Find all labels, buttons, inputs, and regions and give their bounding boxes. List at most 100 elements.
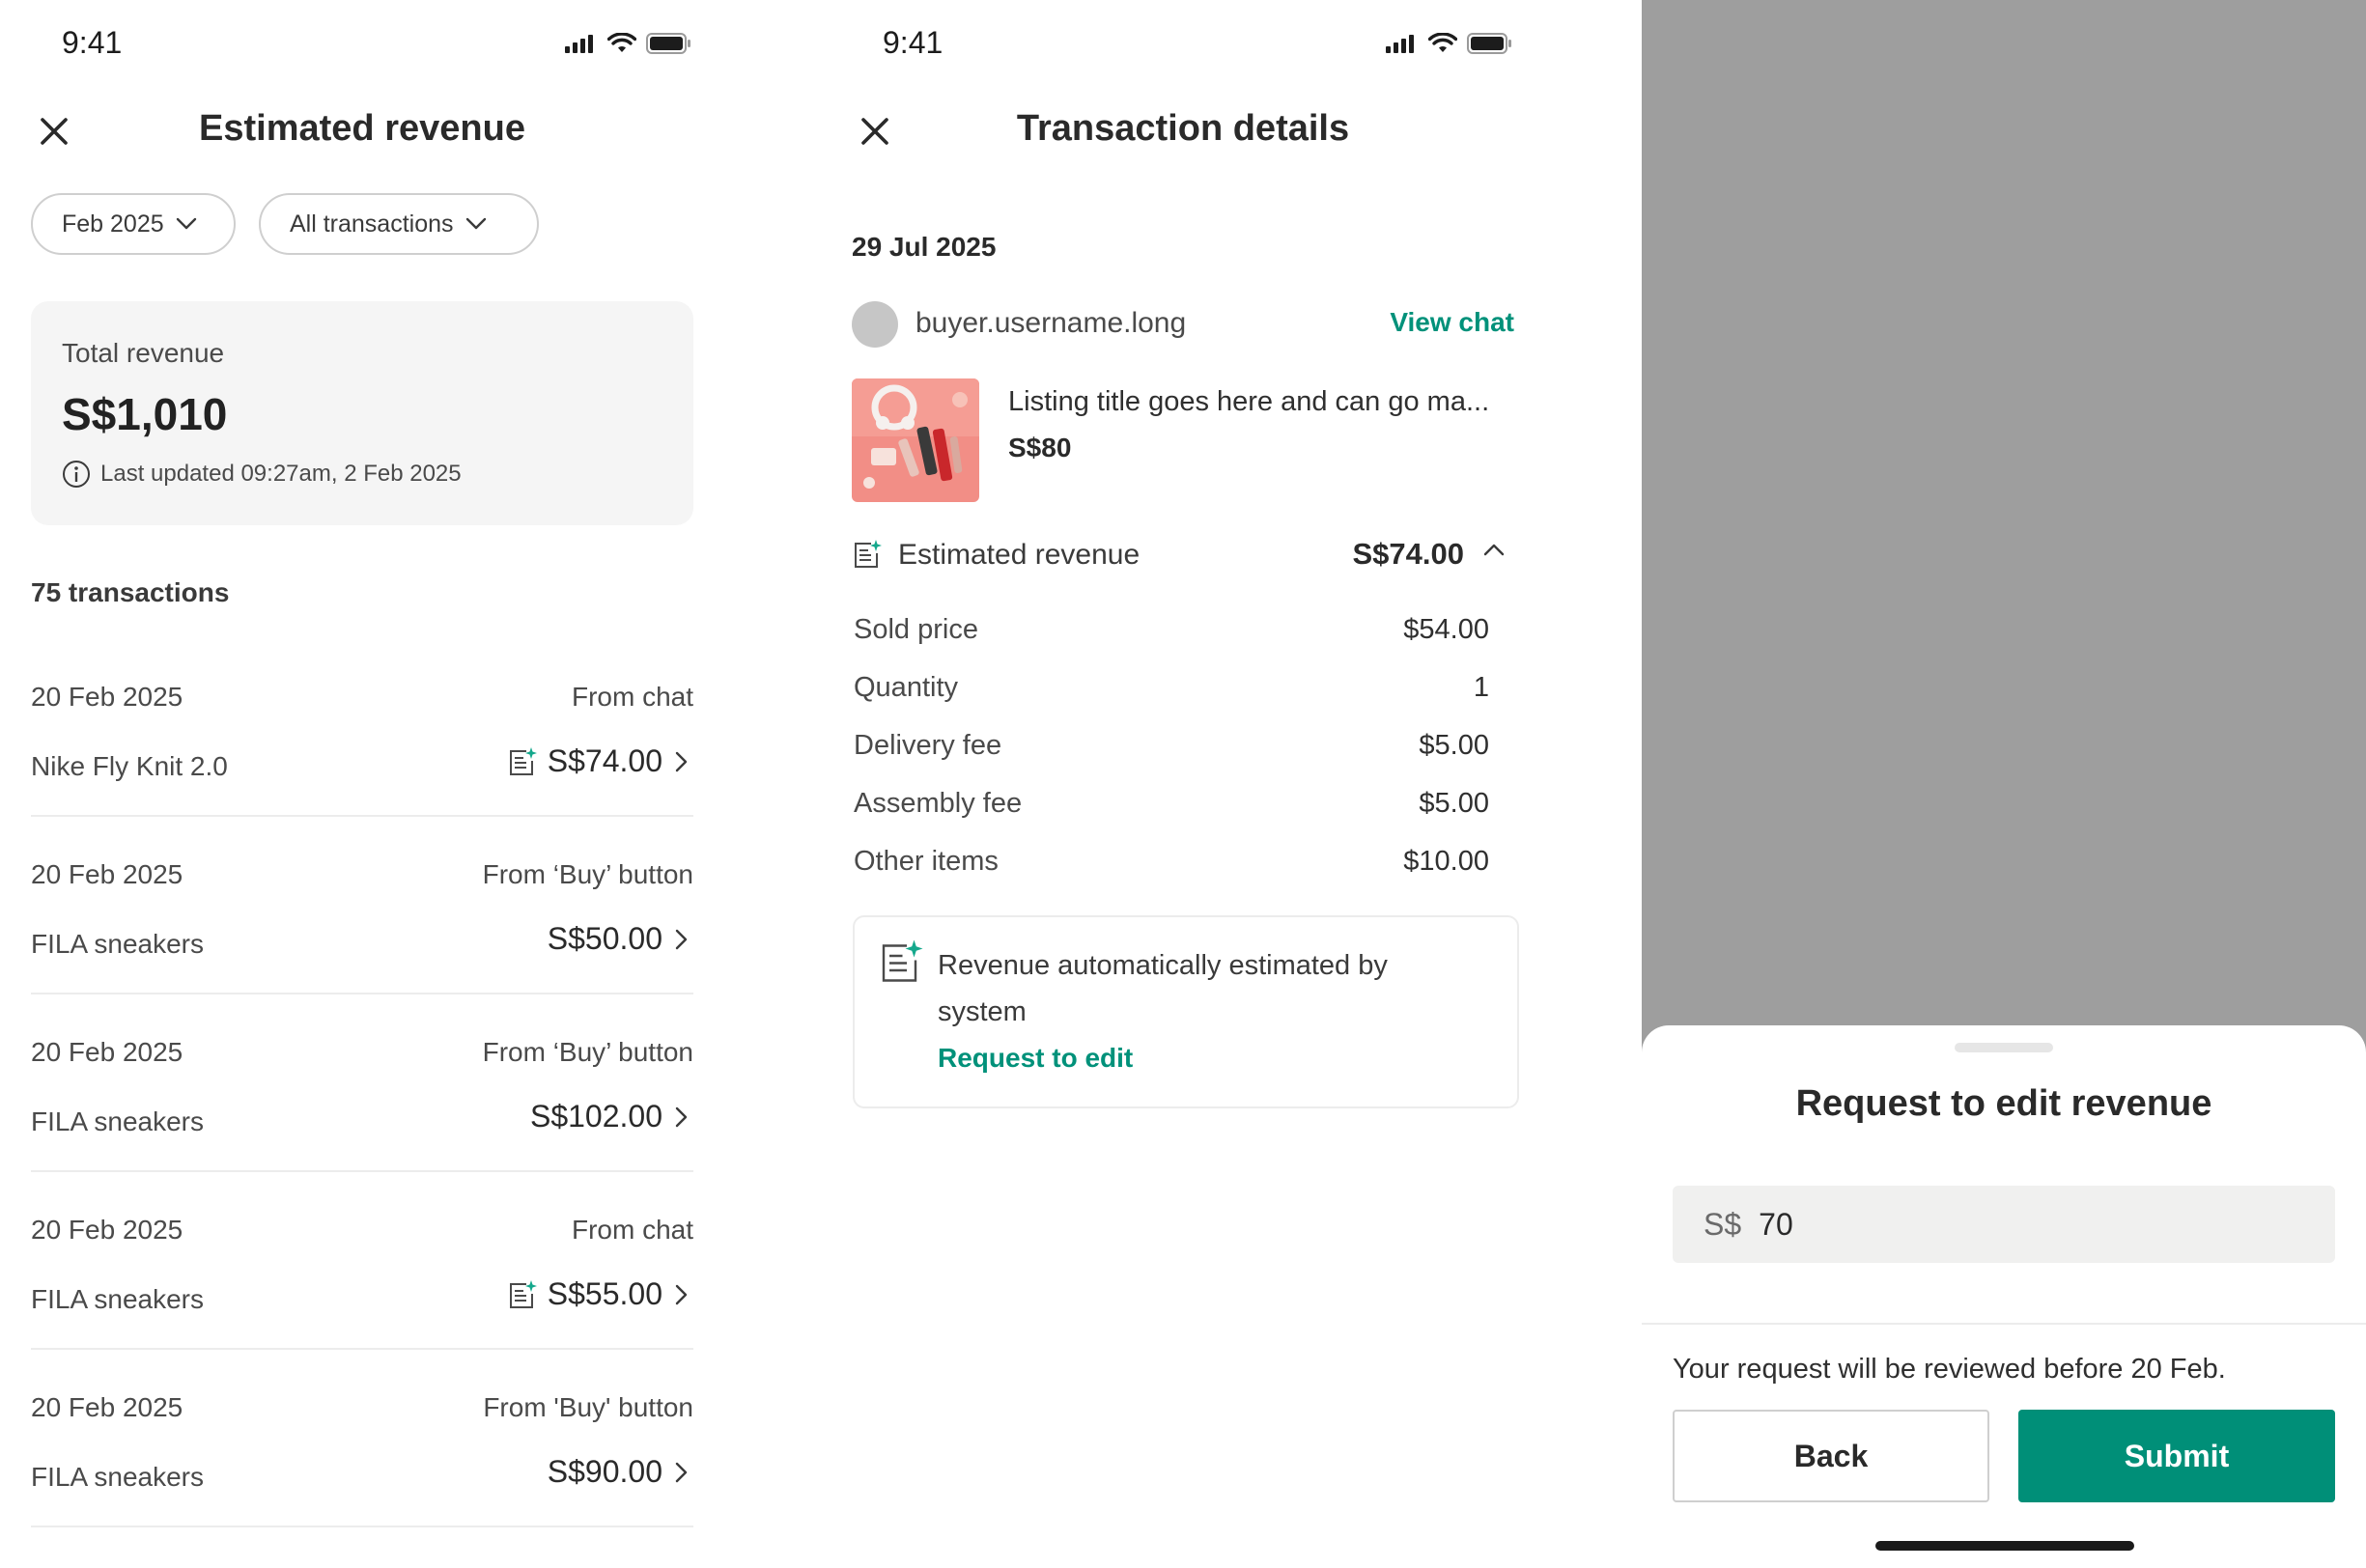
breakdown-label: Assembly fee [854, 788, 1023, 819]
chevron-right-icon [675, 1106, 688, 1127]
transaction-date: 20 Feb 2025 [31, 1392, 183, 1422]
listing-thumbnail [852, 378, 979, 502]
transaction-source: From chat [571, 1215, 693, 1245]
breakdown-value: $54.00 [1403, 614, 1489, 645]
review-note: Your request will be reviewed before 20 … [1673, 1354, 2226, 1385]
transaction-item: FILA sneakers [31, 1284, 204, 1314]
breakdown-label: Other items [854, 846, 999, 877]
estimated-revenue-screen: 9:41 Estimated revenue Feb 2025 All tran… [0, 0, 821, 1568]
request-edit-screen: Request to edit revenue S$ Your request … [1642, 0, 2366, 1568]
chevron-up-icon [1483, 544, 1505, 556]
ai-estimate-icon [509, 746, 537, 775]
transaction-source: From ‘Buy’ button [482, 859, 693, 889]
buyer-username: buyer.username.long [915, 307, 1187, 339]
ai-estimate-icon [882, 939, 923, 982]
wifi-icon [607, 33, 636, 52]
chevron-right-icon [675, 1284, 688, 1304]
breakdown-label: Sold price [854, 614, 978, 645]
chevron-right-icon [675, 751, 688, 771]
avatar [852, 301, 898, 348]
bottom-sheet: Request to edit revenue S$ Your request … [1642, 1025, 2366, 1568]
total-revenue-amount: S$1,010 [62, 389, 228, 439]
info-icon [63, 461, 90, 488]
transaction-amount: S$55.00 [547, 1276, 662, 1311]
transaction-row[interactable]: 20 Feb 2025 From 'Buy' button FILA sneak… [31, 1350, 693, 1527]
month-filter[interactable]: Feb 2025 [31, 193, 236, 255]
chevron-right-icon [675, 1462, 688, 1482]
last-updated: Last updated 09:27am, 2 Feb 2025 [62, 460, 462, 489]
wifi-icon [1428, 33, 1457, 52]
total-revenue-card: Total revenue S$1,010 Last updated 09:27… [31, 301, 693, 525]
buyer-row: buyer.username.long View chat [852, 301, 1514, 348]
breakdown-value: $5.00 [1419, 788, 1489, 819]
ai-estimate-icon [855, 540, 882, 568]
estimated-revenue-amount: S$74.00 [1352, 537, 1465, 571]
battery-icon [646, 33, 690, 54]
page-title: Estimated revenue [199, 108, 525, 149]
view-chat-link[interactable]: View chat [1390, 307, 1514, 338]
transaction-amount: S$74.00 [547, 743, 662, 778]
revenue-amount-field[interactable]: S$ [1673, 1186, 2335, 1263]
breakdown-value: 1 [1473, 672, 1489, 703]
transaction-item: FILA sneakers [31, 1106, 204, 1136]
transaction-type-filter[interactable]: All transactions [259, 193, 539, 255]
currency-prefix: S$ [1704, 1206, 1742, 1242]
transaction-source: From chat [571, 682, 693, 712]
status-time: 9:41 [883, 25, 944, 60]
breakdown-value: $5.00 [1419, 730, 1489, 761]
transaction-amount: S$50.00 [547, 921, 662, 956]
transaction-row[interactable]: 20 Feb 2025 From chat FILA sneakers S$55… [31, 1172, 693, 1350]
transaction-date: 29 Jul 2025 [852, 232, 997, 262]
signal-icon [565, 35, 593, 53]
header: Transaction details [821, 97, 1545, 166]
sheet-handle[interactable] [1955, 1043, 2053, 1052]
estimated-revenue-toggle[interactable]: Estimated revenue S$74.00 [852, 537, 1518, 575]
chevron-down-icon [176, 217, 196, 230]
chevron-down-icon [465, 217, 486, 230]
chevron-right-icon [675, 929, 688, 949]
breakdown-value: $10.00 [1403, 846, 1489, 877]
transaction-details-screen: 9:41 Transaction details 29 Jul 2025 buy… [821, 0, 1642, 1568]
transaction-count: 75 transactions [31, 577, 230, 607]
auto-estimate-notice: Revenue automatically estimated by syste… [853, 915, 1519, 1108]
transaction-item: Nike Fly Knit 2.0 [31, 751, 228, 781]
sheet-title: Request to edit revenue [1795, 1083, 2212, 1124]
transaction-item: FILA sneakers [31, 929, 204, 959]
listing-card[interactable]: Listing title goes here and can go ma...… [852, 378, 1528, 502]
header: Estimated revenue [0, 97, 724, 166]
listing-price: S$80 [1008, 433, 1072, 462]
transaction-row[interactable]: 20 Feb 2025 From ‘Buy’ button FILA sneak… [31, 817, 693, 994]
backdrop-overlay[interactable] [1642, 0, 2366, 1025]
battery-icon [1467, 33, 1511, 54]
transaction-item: FILA sneakers [31, 1462, 204, 1492]
estimated-revenue-label: Estimated revenue [898, 539, 1141, 571]
status-time: 9:41 [62, 25, 123, 60]
transaction-row[interactable]: 20 Feb 2025 From ‘Buy’ button FILA sneak… [31, 994, 693, 1172]
notice-text: Revenue automatically estimated by syste… [938, 950, 1388, 1027]
transaction-source: From 'Buy' button [483, 1392, 693, 1422]
home-indicator [1875, 1541, 2134, 1551]
breakdown-label: Quantity [854, 672, 958, 703]
divider [1642, 1323, 2366, 1325]
transaction-date: 20 Feb 2025 [31, 859, 183, 889]
revenue-amount-input[interactable] [1759, 1206, 2281, 1243]
transaction-source: From ‘Buy’ button [482, 1037, 693, 1067]
page-title: Transaction details [1016, 108, 1350, 149]
breakdown-label: Delivery fee [854, 730, 1002, 761]
transaction-date: 20 Feb 2025 [31, 1037, 183, 1067]
back-button[interactable]: Back [1673, 1410, 1989, 1502]
status-bar: 9:41 [821, 0, 1545, 87]
last-updated-text: Last updated 09:27am, 2 Feb 2025 [100, 461, 462, 487]
month-filter-label: Feb 2025 [62, 210, 164, 238]
transaction-type-filter-label: All transactions [290, 210, 454, 238]
total-revenue-label: Total revenue [62, 338, 225, 368]
transaction-amount: S$102.00 [529, 1099, 662, 1134]
transaction-amount: S$90.00 [547, 1454, 662, 1489]
submit-button[interactable]: Submit [2018, 1410, 2335, 1502]
transaction-row[interactable]: 20 Feb 2025 From chat Nike Fly Knit 2.0 … [31, 639, 693, 817]
transaction-date: 20 Feb 2025 [31, 1215, 183, 1245]
signal-icon [1386, 35, 1414, 53]
request-to-edit-link[interactable]: Request to edit [938, 1043, 1133, 1074]
ai-estimate-icon [509, 1279, 537, 1308]
status-bar: 9:41 [0, 0, 724, 87]
